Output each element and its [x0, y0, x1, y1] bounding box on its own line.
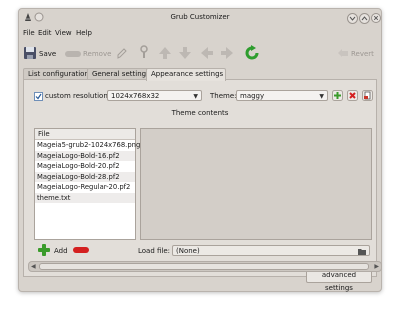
minimize-button[interactable] — [347, 13, 358, 24]
maximize-icon — [361, 16, 368, 21]
document-icon — [362, 90, 373, 101]
toolbar: Save Remove Revert — [19, 41, 381, 69]
list-item[interactable]: Mageia5-grub2-1024x768.png — [35, 140, 140, 151]
list-item[interactable]: theme.txt — [35, 192, 135, 203]
horizontal-scrollbar[interactable]: ◀ ▶ — [28, 261, 382, 272]
list-item[interactable]: MageiaLogo-Bold-28.pf2 — [35, 171, 135, 182]
close-button[interactable] — [371, 13, 381, 23]
close-icon — [373, 15, 379, 21]
edit-icon[interactable] — [117, 47, 127, 59]
load-file-picker[interactable]: (None) — [172, 245, 370, 256]
add-icon[interactable] — [37, 243, 51, 257]
title-bar: Grub Customizer — [19, 9, 381, 27]
refresh-icon[interactable] — [244, 45, 260, 61]
custom-resolution-label: custom resolution: — [45, 92, 111, 100]
maximize-button[interactable] — [359, 13, 370, 24]
theme-contents-label: Theme contents — [171, 109, 229, 117]
save-button[interactable]: Save — [39, 50, 56, 58]
remove-file-icon[interactable] — [73, 247, 89, 253]
chevron-down-icon: ▼ — [193, 93, 198, 100]
remove-toolbar-button[interactable]: Remove — [83, 50, 111, 58]
tab-appearance-settings[interactable]: Appearance settings — [146, 68, 226, 81]
menu-file[interactable]: File — [23, 29, 35, 37]
remove-theme-button[interactable] — [347, 90, 358, 101]
save-icon[interactable] — [23, 46, 37, 60]
move-up-icon[interactable] — [158, 46, 172, 60]
list-item[interactable]: MageiaLogo-Bold-16.pf2 — [35, 150, 135, 161]
load-file-label: Load file: — [138, 247, 171, 255]
resolution-value: 1024x768x32 — [111, 92, 160, 100]
tab-label: General settings — [92, 70, 150, 78]
move-left-icon[interactable] — [200, 46, 214, 60]
file-column-header: File — [35, 129, 135, 140]
window-title: Grub Customizer — [170, 13, 230, 21]
move-right-icon[interactable] — [220, 46, 234, 60]
theme-file-list: File Mageia5-grub2-1024x768.png MageiaLo… — [34, 128, 140, 240]
folder-icon — [358, 249, 366, 255]
chevron-down-icon: ▼ — [319, 93, 324, 100]
remove-toolbar-icon[interactable] — [65, 51, 81, 57]
main-window: Grub Customizer File Edit View Help Save… — [18, 8, 382, 292]
tab-label: List configuration — [28, 70, 89, 78]
resolution-select[interactable]: 1024x768x32 ▼ — [107, 90, 202, 101]
load-file-value: (None) — [176, 247, 200, 255]
scroll-left-icon[interactable]: ◀ — [31, 262, 36, 271]
minimize-icon — [349, 16, 356, 21]
menu-view[interactable]: View — [55, 29, 72, 37]
menu-help[interactable]: Help — [76, 29, 92, 37]
scroll-right-icon[interactable]: ▶ — [374, 262, 379, 271]
delete-icon — [347, 90, 358, 101]
plus-icon — [332, 90, 343, 101]
scrollbar-thumb[interactable] — [39, 263, 369, 270]
list-item[interactable]: MageiaLogo-Regular-20.pf2 — [35, 182, 135, 193]
revert-button[interactable]: Revert — [351, 50, 374, 58]
appearance-panel: custom resolution: 1024x768x32 ▼ Theme: … — [23, 79, 382, 292]
menu-edit[interactable]: Edit — [38, 29, 52, 37]
move-down-icon[interactable] — [178, 46, 192, 60]
theme-select[interactable]: maggy ▼ — [236, 90, 328, 101]
theme-label: Theme: — [210, 92, 237, 100]
add-file-button[interactable]: Add — [54, 247, 68, 255]
tab-label: Appearance settings — [151, 70, 224, 78]
add-theme-button[interactable] — [332, 90, 343, 101]
edit-theme-button[interactable] — [362, 90, 373, 101]
settings-icon[interactable] — [139, 45, 149, 59]
custom-resolution-checkbox[interactable] — [34, 92, 43, 101]
checkmark-icon — [35, 93, 42, 100]
list-item[interactable]: MageiaLogo-Bold-20.pf2 — [35, 161, 135, 172]
file-preview-area — [140, 128, 372, 240]
theme-value: maggy — [240, 92, 265, 100]
revert-icon[interactable] — [337, 48, 349, 58]
